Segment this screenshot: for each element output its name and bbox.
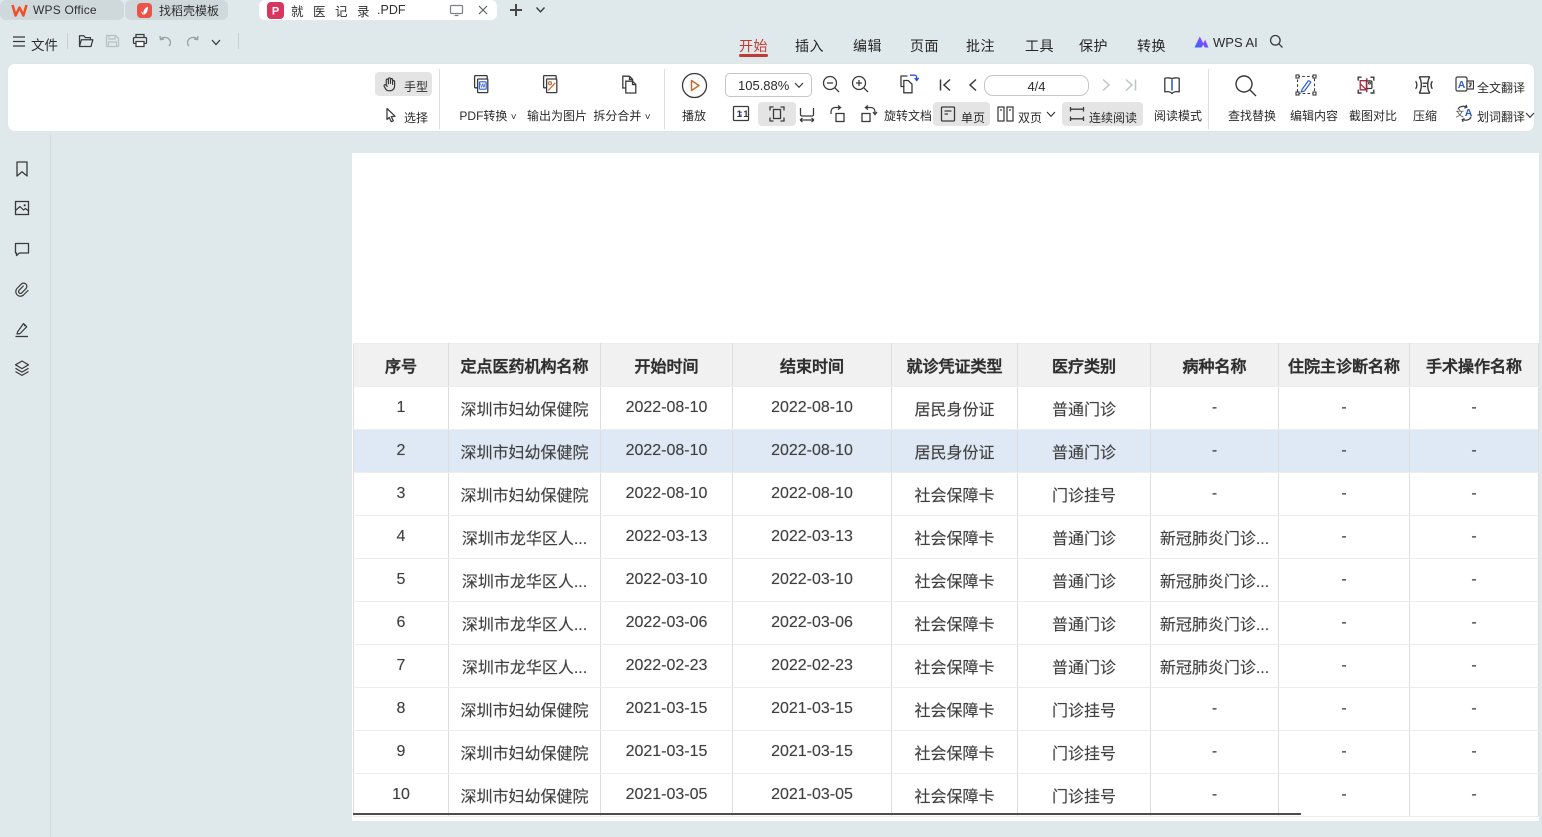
- svg-text:文: 文: [1456, 109, 1465, 119]
- svg-text:W: W: [480, 83, 486, 89]
- svg-text:A: A: [1465, 107, 1473, 119]
- svg-text:1: 1: [743, 109, 749, 120]
- svg-text:1: 1: [737, 109, 743, 120]
- svg-text:P: P: [272, 5, 279, 17]
- svg-text:A: A: [1458, 79, 1466, 91]
